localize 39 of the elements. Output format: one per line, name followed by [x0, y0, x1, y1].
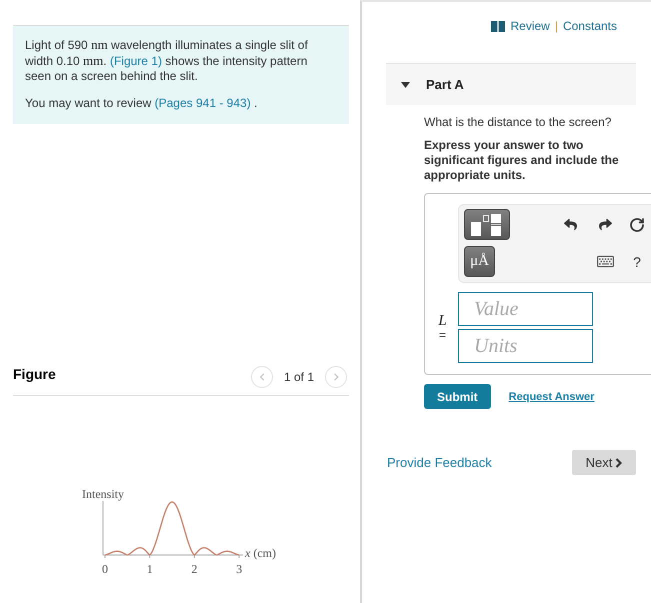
next-button[interactable]: Next — [572, 450, 636, 475]
equals-sign: = — [438, 329, 446, 342]
help-button[interactable]: ? — [633, 254, 641, 270]
review-text: You may want to review (Pages 941 - 943) . — [25, 96, 258, 111]
review-link[interactable]: Review — [510, 18, 550, 34]
submit-button[interactable]: Submit — [424, 384, 491, 409]
units-button[interactable]: μÅ — [464, 246, 495, 277]
units-field[interactable]: Units — [458, 329, 593, 363]
pages-link[interactable]: (Pages 941 - 943) — [154, 96, 251, 110]
constants-link[interactable]: Constants — [562, 18, 617, 34]
book-icon — [491, 20, 506, 32]
part-header[interactable]: Part A — [386, 63, 636, 105]
tick-label: 2 — [191, 562, 198, 576]
tick-label: 3 — [236, 562, 242, 576]
feedback-link[interactable]: Provide Feedback — [386, 455, 492, 470]
figure-title: Figure — [13, 366, 56, 382]
page-counter: 1 of 1 — [284, 370, 314, 384]
keyboard-icon[interactable] — [597, 253, 614, 270]
template-icon — [470, 212, 504, 236]
reset-icon[interactable] — [629, 216, 645, 232]
redo-icon[interactable] — [599, 218, 612, 231]
request-answer-link[interactable]: Request Answer — [508, 390, 594, 402]
tick-label: 0 — [102, 562, 108, 576]
tick-label: 1 — [146, 562, 153, 576]
problem-text: Light of 590 nm wavelength illuminates a single slit of width 0.10 mm. (Figure 1) shows the intensity pattern seen on a screen behind the slit. — [25, 37, 309, 84]
undo-icon[interactable] — [564, 218, 577, 231]
chevron-right-icon — [332, 373, 340, 381]
chevron-left-icon — [258, 373, 266, 381]
instructions-text: Express your answer to two significant figures and include the appropriate units. — [424, 138, 620, 183]
value-field[interactable]: Value — [458, 292, 593, 326]
template-button[interactable] — [464, 209, 510, 240]
link-separator: | — [554, 18, 558, 34]
y-axis-label: Intensity — [82, 487, 124, 501]
chevron-right-icon — [615, 458, 622, 468]
question-text: What is the distance to the screen? — [424, 115, 612, 130]
x-axis-label: x (cm) — [245, 546, 276, 560]
figure-link[interactable]: (Figure 1) — [110, 54, 162, 68]
y-axis — [102, 500, 104, 556]
variable-label: L — [438, 313, 447, 329]
